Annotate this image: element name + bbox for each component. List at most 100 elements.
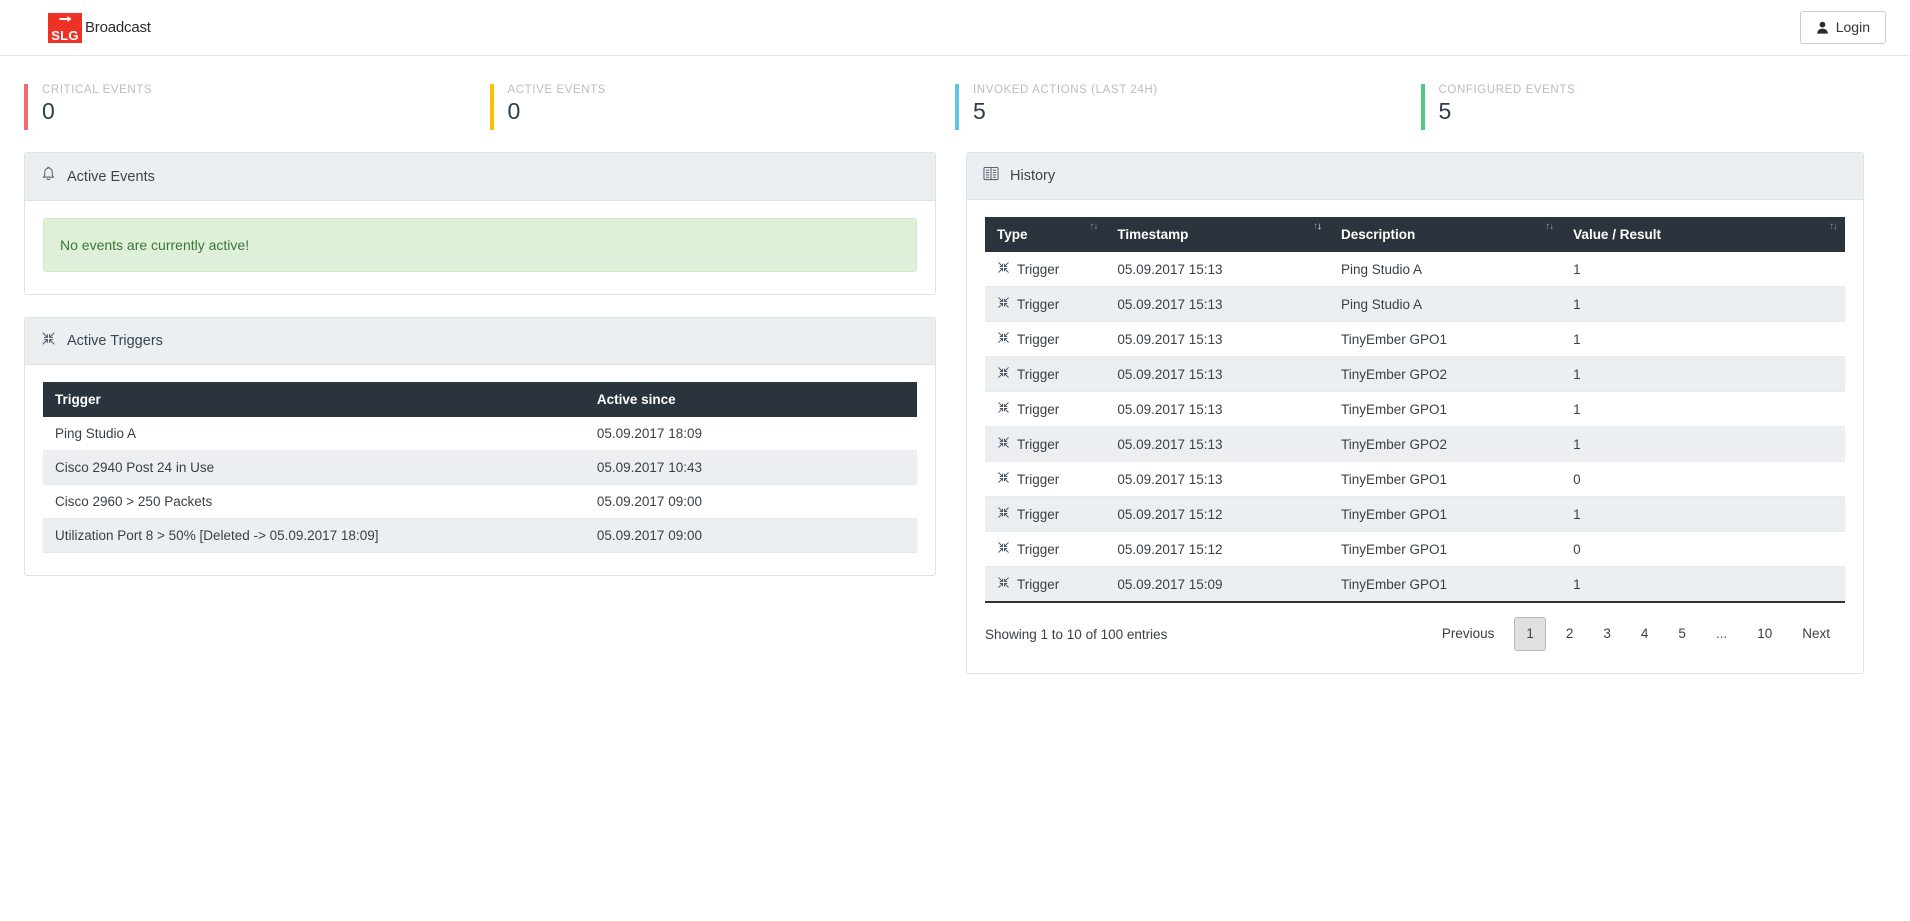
left-column: Active Events No events are currently ac… [24, 152, 936, 598]
book-list-icon [983, 166, 999, 186]
cell-value-result: 1 [1561, 287, 1845, 322]
compress-icon [997, 576, 1010, 592]
cell-active-since: 05.09.2017 09:00 [585, 519, 917, 553]
pagination-previous[interactable]: Previous [1432, 619, 1505, 649]
column-header-value-result[interactable]: Value / Result ↑↓ [1561, 217, 1845, 252]
compress-icon [41, 331, 56, 351]
history-tbody: Trigger05.09.2017 15:13Ping Studio A1Tri… [985, 252, 1845, 602]
table-header-row: Trigger Active since [43, 382, 917, 417]
cell-value-result: 1 [1561, 497, 1845, 532]
pagination-page-3[interactable]: 3 [1593, 619, 1621, 649]
table-row[interactable]: Trigger05.09.2017 15:13TinyEmber GPO11 [985, 392, 1845, 427]
cell-timestamp: 05.09.2017 15:09 [1105, 567, 1329, 603]
cell-timestamp: 05.09.2017 15:13 [1105, 287, 1329, 322]
sort-indicator-type[interactable]: ↑↓ [1089, 221, 1097, 232]
cell-trigger: Utilization Port 8 > 50% [Deleted -> 05.… [43, 519, 585, 553]
table-row[interactable]: Utilization Port 8 > 50% [Deleted -> 05.… [43, 519, 917, 553]
cell-type-label: Trigger [1017, 262, 1059, 277]
table-row[interactable]: Trigger05.09.2017 15:12TinyEmber GPO10 [985, 532, 1845, 567]
cell-value-result: 1 [1561, 392, 1845, 427]
compress-icon [997, 366, 1010, 382]
table-row[interactable]: Trigger05.09.2017 15:13Ping Studio A1 [985, 287, 1845, 322]
cell-type-label: Trigger [1017, 367, 1059, 382]
stat-card-critical-events: CRITICAL EVENTS 0 [24, 84, 490, 130]
cell-type-label: Trigger [1017, 437, 1059, 452]
table-row[interactable]: Ping Studio A05.09.2017 18:09 [43, 417, 917, 451]
stat-value: 0 [508, 98, 956, 124]
cell-type: Trigger [985, 462, 1105, 497]
cell-value-result: 1 [1561, 357, 1845, 392]
stat-label: ACTIVE EVENTS [508, 84, 956, 96]
cell-description: TinyEmber GPO2 [1329, 427, 1561, 462]
login-button[interactable]: Login [1800, 11, 1886, 44]
table-row[interactable]: Trigger05.09.2017 15:13TinyEmber GPO21 [985, 427, 1845, 462]
active-triggers-thead: Trigger Active since [43, 382, 917, 417]
compress-icon [997, 506, 1010, 522]
cell-type: Trigger [985, 322, 1105, 357]
sort-indicator-value-result[interactable]: ↑↓ [1829, 221, 1837, 232]
active-events-body: No events are currently active! [25, 201, 935, 294]
cell-timestamp: 05.09.2017 15:12 [1105, 497, 1329, 532]
pagination-page-4[interactable]: 4 [1631, 619, 1659, 649]
cell-description: TinyEmber GPO1 [1329, 532, 1561, 567]
brand-logo-link[interactable]: SLG Broadcast [48, 13, 151, 43]
column-header-active-since[interactable]: Active since [585, 382, 917, 417]
stat-card-configured-events: CONFIGURED EVENTS 5 [1421, 84, 1887, 130]
column-header-type[interactable]: Type ↑↓ [985, 217, 1105, 252]
cell-active-since: 05.09.2017 18:09 [585, 417, 917, 451]
user-icon [1816, 21, 1829, 34]
cell-description: TinyEmber GPO1 [1329, 462, 1561, 497]
navbar-right: Login [1800, 11, 1886, 44]
cell-timestamp: 05.09.2017 15:13 [1105, 427, 1329, 462]
table-row[interactable]: Trigger 05.09.2017 15:13TinyEmber GPO21 [985, 357, 1845, 392]
pagination-page-2[interactable]: 2 [1556, 619, 1584, 649]
column-header-trigger[interactable]: Trigger [43, 382, 585, 417]
table-row[interactable]: Trigger 05.09.2017 15:12TinyEmber GPO11 [985, 497, 1845, 532]
sort-indicator-timestamp[interactable]: ↑↓ [1313, 221, 1321, 232]
cell-value-result: 1 [1561, 567, 1845, 603]
active-events-title: Active Events [67, 169, 155, 185]
cell-description: TinyEmber GPO1 [1329, 392, 1561, 427]
cell-type: Trigger [985, 392, 1105, 427]
table-row[interactable]: Cisco 2940 Post 24 in Use05.09.2017 10:4… [43, 451, 917, 485]
table-row[interactable]: Trigger05.09.2017 15:13TinyEmber GPO10 [985, 462, 1845, 497]
column-header-timestamp[interactable]: Timestamp ↑↓ [1105, 217, 1329, 252]
no-active-events-alert: No events are currently active! [43, 218, 917, 272]
cell-description: TinyEmber GPO1 [1329, 497, 1561, 532]
active-triggers-body: Trigger Active since Ping Studio A05.09.… [25, 365, 935, 575]
cell-type: Trigger [985, 252, 1105, 287]
active-triggers-table: Trigger Active since Ping Studio A05.09.… [43, 382, 917, 553]
sort-indicator-description[interactable]: ↑↓ [1545, 221, 1553, 232]
cell-description: TinyEmber GPO1 [1329, 567, 1561, 603]
pagination-page-10[interactable]: 10 [1747, 619, 1782, 649]
pagination-next[interactable]: Next [1792, 619, 1840, 649]
stat-value: 0 [42, 98, 490, 124]
active-events-panel: Active Events No events are currently ac… [24, 152, 936, 295]
stat-card-invoked-actions: INVOKED ACTIONS (LAST 24H) 5 [955, 84, 1421, 130]
cell-timestamp: 05.09.2017 15:13 [1105, 252, 1329, 287]
pagination-page-1[interactable]: 1 [1514, 617, 1546, 651]
pagination-page-5[interactable]: 5 [1668, 619, 1696, 649]
active-triggers-title: Active Triggers [67, 333, 163, 349]
table-row[interactable]: Cisco 2960 > 250 Packets05.09.2017 09:00 [43, 485, 917, 519]
cell-description: TinyEmber GPO1 [1329, 322, 1561, 357]
cell-type: Trigger [985, 567, 1105, 603]
table-row[interactable]: Trigger05.09.2017 15:13TinyEmber GPO11 [985, 322, 1845, 357]
cell-trigger: Cisco 2960 > 250 Packets [43, 485, 585, 519]
top-navbar: SLG Broadcast Login [0, 0, 1910, 56]
column-header-type-label: Type [997, 227, 1028, 242]
cell-type-label: Trigger [1017, 402, 1059, 417]
brand-name: Broadcast [85, 19, 151, 36]
cell-type: Trigger [985, 357, 1105, 392]
cell-type-label: Trigger [1017, 507, 1059, 522]
table-row[interactable]: Trigger05.09.2017 15:13Ping Studio A1 [985, 252, 1845, 287]
history-table: Type ↑↓ Timestamp ↑↓ Description ↑↓ [985, 217, 1845, 603]
cell-timestamp: 05.09.2017 15:13 [1105, 357, 1329, 392]
cell-value-result: 1 [1561, 252, 1845, 287]
arrow-icon [60, 18, 71, 20]
column-header-description[interactable]: Description ↑↓ [1329, 217, 1561, 252]
active-events-header: Active Events [25, 153, 935, 201]
bell-icon [41, 166, 56, 187]
cell-description: TinyEmber GPO2 [1329, 357, 1561, 392]
table-row[interactable]: Trigger05.09.2017 15:09TinyEmber GPO11 [985, 567, 1845, 603]
